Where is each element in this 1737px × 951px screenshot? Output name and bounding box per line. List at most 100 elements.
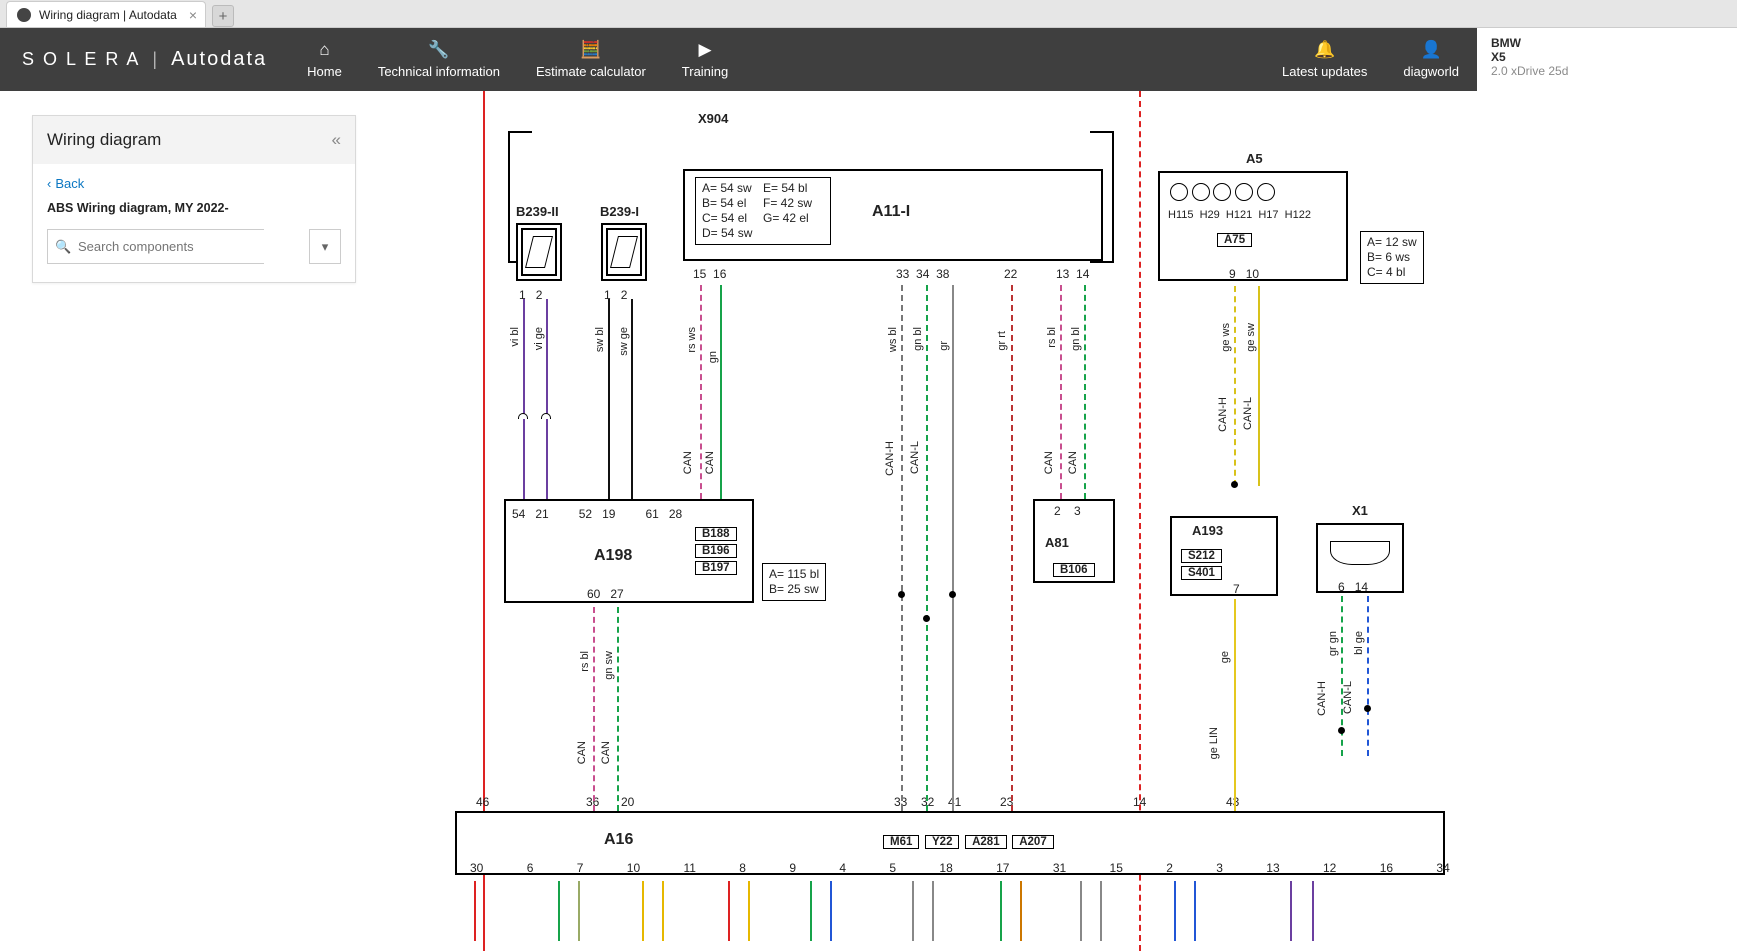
user-icon: 👤 bbox=[1421, 40, 1442, 60]
wire bbox=[631, 299, 633, 499]
vehicle-info[interactable]: BMW X5 2.0 xDrive 25d bbox=[1477, 28, 1737, 91]
nav-training[interactable]: ▶ Training bbox=[664, 28, 746, 91]
label-b239-ii: B239-II bbox=[516, 204, 559, 219]
ind-label: H29 bbox=[1200, 209, 1220, 221]
label-a81: A81 bbox=[1045, 535, 1069, 550]
note-line: D= 54 sw bbox=[702, 226, 763, 241]
brand-divider: | bbox=[152, 49, 159, 70]
pin: 16 bbox=[713, 267, 726, 281]
nav-home[interactable]: ⌂ Home bbox=[289, 28, 360, 91]
pin: 28 bbox=[669, 507, 682, 521]
wire-label: ge ws bbox=[1220, 323, 1232, 352]
can-label: CAN bbox=[1043, 451, 1055, 474]
wire-label: gr bbox=[938, 341, 950, 351]
ind-label: H17 bbox=[1258, 209, 1278, 221]
pin: 17 bbox=[996, 861, 1009, 875]
nav-tech-label: Technical information bbox=[378, 64, 500, 79]
pins-x1: 6 14 bbox=[1338, 580, 1368, 594]
brand-autodata: Autodata bbox=[171, 48, 267, 71]
back-button[interactable]: ‹ Back bbox=[47, 176, 84, 191]
pin: 7 bbox=[1233, 582, 1240, 596]
sensor-b239-ii bbox=[521, 228, 557, 276]
bell-icon: 🔔 bbox=[1314, 40, 1335, 60]
pin: 2 bbox=[621, 288, 628, 302]
new-tab-button[interactable]: + bbox=[212, 5, 234, 27]
search-dropdown-button[interactable]: ▾ bbox=[309, 229, 341, 264]
a5-indicator-row bbox=[1170, 183, 1275, 204]
can-label: CAN bbox=[1067, 451, 1079, 474]
pin: 2 bbox=[1054, 504, 1061, 518]
wire-label: rs ws bbox=[686, 327, 698, 353]
subbox: B106 bbox=[1053, 563, 1095, 577]
wire bbox=[1234, 599, 1236, 811]
note-line: F= 42 sw bbox=[763, 196, 824, 211]
can-label: CAN bbox=[576, 741, 588, 764]
browser-tab[interactable]: Wiring diagram | Autodata × bbox=[6, 1, 206, 27]
pins-a11-r2: 13 14 bbox=[1056, 267, 1089, 281]
a5-indicator-labels: H115 H29 H121 H17 H122 bbox=[1168, 209, 1311, 221]
close-icon[interactable]: × bbox=[189, 7, 197, 23]
wire bbox=[617, 607, 619, 811]
nav-user-label: diagworld bbox=[1403, 64, 1459, 79]
pins-a193: 7 bbox=[1233, 582, 1240, 596]
pin: 7 bbox=[577, 861, 584, 875]
pin: 6 bbox=[527, 861, 534, 875]
pin: 18 bbox=[939, 861, 952, 875]
pin-43: 43 bbox=[1226, 795, 1239, 809]
wire-node bbox=[949, 591, 956, 598]
note-line: C= 4 bl bbox=[1367, 265, 1417, 280]
can-label: CAN-L bbox=[1242, 397, 1254, 430]
pins-a198-top: 54 21 52 19 61 28 bbox=[512, 507, 682, 521]
a198-subboxes: B188 B196 B197 bbox=[694, 525, 738, 576]
wire bbox=[1011, 285, 1013, 811]
browser-tabbar: Wiring diagram | Autodata × + bbox=[0, 0, 1737, 28]
pin: 2 bbox=[536, 288, 543, 302]
pin-46: 46 bbox=[476, 795, 489, 809]
can-label: CAN bbox=[682, 451, 694, 474]
wire-node bbox=[898, 591, 905, 598]
subbox: B188 bbox=[695, 527, 737, 541]
nav-latest-label: Latest updates bbox=[1282, 64, 1367, 79]
wire-node bbox=[1338, 727, 1345, 734]
pin: 33 bbox=[896, 267, 909, 281]
note-line: G= 42 el bbox=[763, 211, 824, 226]
wire-label: ge LIN bbox=[1208, 727, 1220, 759]
calculator-icon: 🧮 bbox=[580, 40, 601, 60]
a5-inner-box: A75 bbox=[1216, 231, 1253, 248]
nav-latest[interactable]: 🔔 Latest updates bbox=[1264, 28, 1385, 91]
back-label: Back bbox=[55, 176, 84, 191]
vehicle-model: X5 bbox=[1491, 50, 1723, 64]
header-x1: X1 bbox=[1352, 503, 1368, 518]
collapse-icon[interactable]: « bbox=[332, 130, 341, 150]
side-panel: Wiring diagram « ‹ Back ABS Wiring diagr… bbox=[32, 115, 356, 283]
wire-label: sw bl bbox=[594, 327, 606, 352]
brand-logo[interactable]: S O L E R A | Autodata bbox=[0, 28, 289, 91]
wire-label: sw ge bbox=[618, 327, 630, 356]
wire-label: gn bl bbox=[912, 327, 924, 351]
search-input[interactable] bbox=[47, 229, 264, 264]
can-label: CAN-H bbox=[1316, 681, 1328, 716]
note-line: C= 54 el bbox=[702, 211, 763, 226]
note-line: A= 54 sw bbox=[702, 181, 763, 196]
wire-label: gr gn bbox=[1327, 631, 1339, 656]
pin: 27 bbox=[610, 587, 623, 601]
pin-41: 41 bbox=[948, 795, 961, 809]
diagram-subtitle: ABS Wiring diagram, MY 2022- bbox=[47, 201, 341, 215]
search-icon: 🔍 bbox=[55, 239, 71, 255]
wire-node bbox=[1364, 705, 1371, 712]
nav-tech[interactable]: 🔧 Technical information bbox=[360, 28, 518, 91]
wire-node bbox=[923, 615, 930, 622]
wire bbox=[1234, 286, 1236, 486]
nav-estimate[interactable]: 🧮 Estimate calculator bbox=[518, 28, 664, 91]
label-a198: A198 bbox=[594, 547, 632, 565]
pin: 9 bbox=[789, 861, 796, 875]
a81-subbox: B106 bbox=[1052, 561, 1096, 578]
pin: 19 bbox=[602, 507, 615, 521]
wire bbox=[901, 285, 903, 811]
pin: 14 bbox=[1076, 267, 1089, 281]
wire-label: ws bl bbox=[887, 327, 899, 352]
nav-user[interactable]: 👤 diagworld bbox=[1385, 28, 1477, 91]
note-line: E= 54 bl bbox=[763, 181, 824, 196]
wire bbox=[926, 285, 928, 811]
sensor-b239-i bbox=[606, 228, 642, 276]
